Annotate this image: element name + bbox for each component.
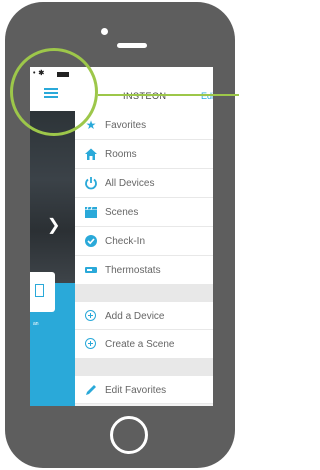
checkmark-circle-icon: [84, 234, 98, 248]
chevron-right-icon[interactable]: ❯: [47, 215, 60, 235]
house-icon: [84, 147, 98, 161]
menu-item-create-scene[interactable]: Create a Scene: [75, 330, 213, 359]
clapperboard-icon: [84, 205, 98, 219]
card-label: an: [33, 321, 39, 327]
menu-item-edit-favorites[interactable]: Edit Favorites: [75, 375, 213, 404]
menu-item-label: Create a Scene: [105, 339, 175, 350]
side-menu: INSTEON Edit ★ Favorites Rooms All Devic…: [75, 67, 213, 406]
pencil-icon: [84, 383, 98, 397]
menu-item-rooms[interactable]: Rooms: [75, 140, 213, 169]
highlight-circle: [10, 48, 98, 136]
menu-item-all-devices[interactable]: All Devices: [75, 169, 213, 198]
menu-item-label: Favorites: [105, 120, 147, 131]
edit-button[interactable]: Edit: [201, 91, 213, 101]
menu-item-favorites[interactable]: ★ Favorites: [75, 111, 213, 140]
menu-item-label: Scenes: [105, 207, 139, 218]
power-icon: [84, 176, 98, 190]
room-photo: ❯: [30, 111, 75, 283]
callout-line: [98, 94, 239, 96]
menu-separator: [75, 359, 213, 375]
menu-item-label: Add a Device: [105, 311, 165, 322]
menu-item-label: Edit Favorites: [105, 385, 167, 396]
app-title: INSTEON: [123, 91, 167, 101]
menu-item-scenes[interactable]: Scenes: [75, 198, 213, 227]
menu-separator: [75, 285, 213, 301]
front-camera: [101, 28, 108, 35]
menu-item-label: All Devices: [105, 178, 155, 189]
menu-item-thermostats[interactable]: Thermostats: [75, 256, 213, 285]
earpiece-speaker: [117, 43, 147, 48]
menu-item-label: Thermostats: [105, 265, 161, 276]
menu-item-check-in[interactable]: Check-In: [75, 227, 213, 256]
thermostat-icon: [84, 263, 98, 277]
device-card[interactable]: [30, 272, 55, 312]
menu-item-add-device[interactable]: Add a Device: [75, 301, 213, 330]
plus-circle-icon: [84, 309, 98, 323]
plus-circle-icon: [84, 337, 98, 351]
door-icon: [35, 284, 44, 297]
menu-item-label: Rooms: [105, 149, 137, 160]
home-button[interactable]: [110, 416, 148, 454]
menu-item-label: Check-In: [105, 236, 146, 247]
